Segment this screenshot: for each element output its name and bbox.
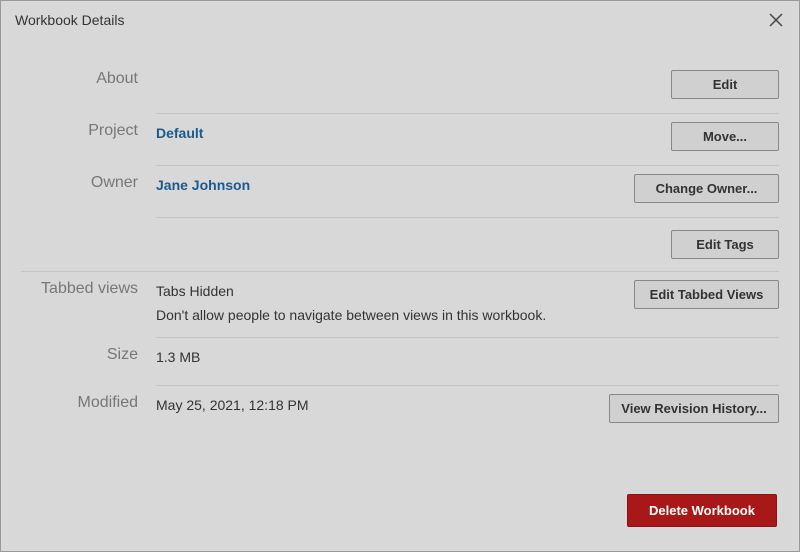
edit-tags-button[interactable]: Edit Tags [671,230,779,259]
move-button[interactable]: Move... [671,122,779,151]
modified-value: May 25, 2021, 12:18 PM [156,394,309,413]
value-modified: May 25, 2021, 12:18 PM View Revision His… [156,386,779,437]
row-size: Size 1.3 MB [21,338,779,386]
label-about: About [21,62,156,88]
tabbed-secondary: Don't allow people to navigate between v… [156,307,546,323]
view-revision-history-button[interactable]: View Revision History... [609,394,779,423]
label-modified: Modified [21,386,156,412]
value-size: 1.3 MB [156,338,779,386]
label-project: Project [21,114,156,140]
label-size: Size [21,338,156,364]
value-tags: Tags Sales Edit Tags [21,218,779,272]
row-tabbed-views: Tabbed views Tabs Hidden Don't allow peo… [21,272,779,338]
dialog-title: Workbook Details [15,12,124,28]
dialog-footer: Delete Workbook [627,494,777,527]
project-link[interactable]: Default [156,122,203,141]
row-modified: Modified May 25, 2021, 12:18 PM View Rev… [21,386,779,437]
label-tabbed: Tabbed views [21,272,156,298]
row-owner: Owner Jane Johnson Change Owner... [21,166,779,218]
dialog-header: Workbook Details [1,1,799,37]
close-icon[interactable] [767,11,785,29]
workbook-details-dialog: Workbook Details About Edit Project Defa… [0,0,800,552]
row-tags: Tags Sales Edit Tags [21,218,779,272]
owner-link[interactable]: Jane Johnson [156,174,250,193]
row-about: About Edit [21,62,779,114]
value-about: Edit [156,62,779,114]
tabbed-primary: Tabs Hidden [156,280,546,299]
value-owner: Jane Johnson Change Owner... [156,166,779,218]
delete-workbook-button[interactable]: Delete Workbook [627,494,777,527]
size-value: 1.3 MB [156,346,200,365]
edit-tabbed-views-button[interactable]: Edit Tabbed Views [634,280,779,309]
edit-button[interactable]: Edit [671,70,779,99]
change-owner-button[interactable]: Change Owner... [634,174,779,203]
row-project: Project Default Move... [21,114,779,166]
dialog-content: About Edit Project Default Move... Owner… [1,37,799,447]
value-tabbed: Tabs Hidden Don't allow people to naviga… [156,272,779,338]
value-project: Default Move... [156,114,779,166]
label-owner: Owner [21,166,156,192]
